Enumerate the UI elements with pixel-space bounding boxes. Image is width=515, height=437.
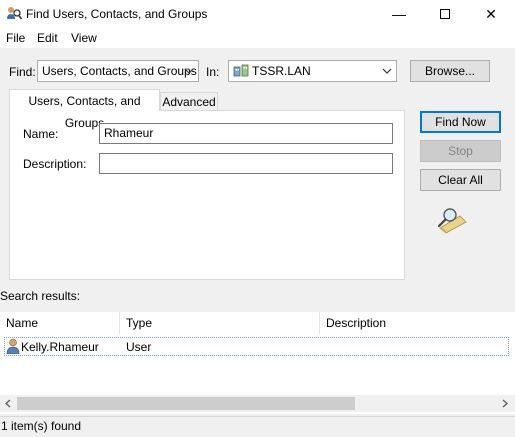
minimize-button[interactable]: — <box>376 0 422 28</box>
column-header-type[interactable]: Type <box>120 312 320 334</box>
domain-icon <box>233 64 249 78</box>
tab-users-contacts-groups[interactable]: Users, Contacts, and Groups <box>9 89 160 130</box>
status-text: 1 item(s) found <box>1 419 82 433</box>
scrollbar-thumb[interactable] <box>17 397 355 410</box>
clear-all-button[interactable]: Clear All <box>420 169 501 191</box>
scroll-left-icon[interactable] <box>2 397 15 410</box>
menu-file[interactable]: File <box>6 31 25 45</box>
in-label: In: <box>206 65 220 79</box>
find-type-select[interactable]: Users, Contacts, and Groups <box>37 60 199 82</box>
close-button[interactable]: ✕ <box>468 0 514 28</box>
name-field[interactable]: Rhameur <box>99 123 393 144</box>
column-header-description[interactable]: Description <box>320 312 515 334</box>
result-name: Kelly.Rhameur <box>21 340 99 354</box>
maximize-button[interactable] <box>422 0 468 28</box>
maximize-icon <box>440 9 450 19</box>
tab-advanced[interactable]: Advanced <box>160 92 218 110</box>
description-field[interactable] <box>99 153 393 174</box>
find-type-value: Users, Contacts, and Groups <box>42 64 197 78</box>
find-now-button[interactable]: Find Now <box>420 111 501 133</box>
name-value: Rhameur <box>104 126 154 140</box>
user-icon <box>6 338 20 355</box>
window-title: Find Users, Contacts, and Groups <box>26 7 208 21</box>
name-label: Name: <box>23 127 59 141</box>
browse-button[interactable]: Browse... <box>410 60 490 82</box>
in-location-select[interactable]: TSSR.LAN <box>228 60 397 82</box>
scroll-right-icon[interactable] <box>498 397 511 410</box>
result-type: User <box>126 340 152 354</box>
menu-view[interactable]: View <box>71 31 97 45</box>
find-users-icon <box>6 6 23 22</box>
chevron-down-icon <box>382 68 392 74</box>
column-header-name[interactable]: Name <box>0 312 120 334</box>
description-label: Description: <box>23 157 87 171</box>
chevron-down-icon <box>184 68 194 74</box>
search-results-label: Search results: <box>0 289 81 303</box>
find-label: Find: <box>9 65 36 79</box>
menu-edit[interactable]: Edit <box>37 31 58 45</box>
stop-button[interactable]: Stop <box>420 140 501 162</box>
magnifier-icon <box>434 206 470 234</box>
in-location-value: TSSR.LAN <box>252 64 311 78</box>
